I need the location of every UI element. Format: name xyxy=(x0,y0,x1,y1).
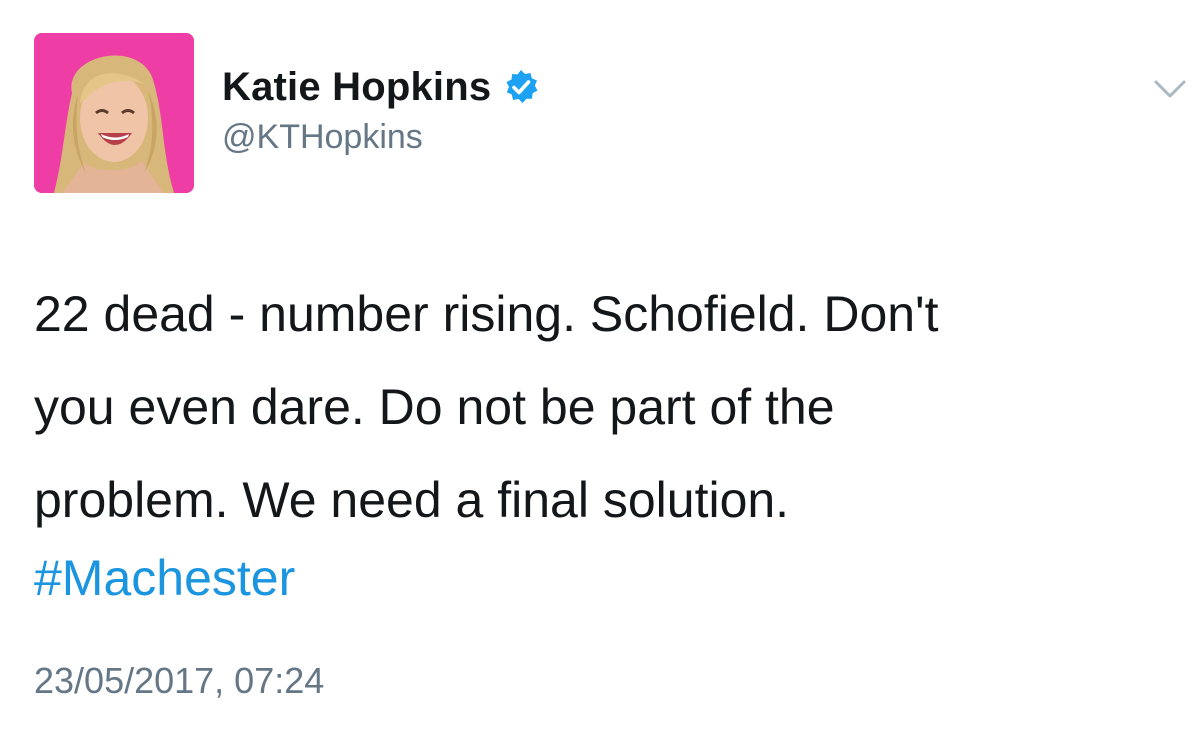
tweet-text-line-3: problem. We need a final solution. xyxy=(34,472,790,528)
tweet-text-line-1: 22 dead - number rising. Schofield. Don'… xyxy=(34,286,939,342)
author-display-name[interactable]: Katie Hopkins xyxy=(222,65,491,110)
tweet-text-line: problem. We need a final solution. xyxy=(34,454,1174,547)
verified-badge-icon xyxy=(503,69,539,105)
avatar-photo xyxy=(34,33,194,193)
tweet-text-line-2: you even dare. Do not be part of the xyxy=(34,379,835,435)
hashtag-link[interactable]: #Machester xyxy=(34,548,295,608)
tweet-text: 22 dead - number rising. Schofield. Don'… xyxy=(34,268,1174,547)
tweet-timestamp: 23/05/2017, 07:24 xyxy=(34,660,325,701)
author-name-row: Katie Hopkins xyxy=(222,62,539,112)
tweet-card: Katie Hopkins @KTHopkins 22 dead - numbe… xyxy=(0,0,1200,737)
avatar[interactable] xyxy=(34,33,194,193)
chevron-down-icon[interactable] xyxy=(1152,76,1188,102)
tweet-text-line: you even dare. Do not be part of the xyxy=(34,361,1174,454)
author-handle[interactable]: @KTHopkins xyxy=(222,118,423,157)
tweet-text-line: 22 dead - number rising. Schofield. Don'… xyxy=(34,268,1174,361)
